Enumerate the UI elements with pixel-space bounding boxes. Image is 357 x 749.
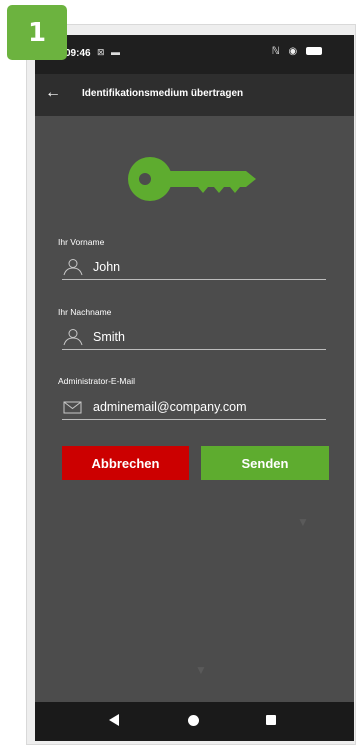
admin-email-value: adminemail@company.com — [93, 400, 247, 414]
person-icon — [63, 329, 83, 346]
person-icon — [63, 259, 83, 276]
signal-wifi-icon: ℕ ◉ — [271, 46, 301, 57]
send-button[interactable]: Senden — [201, 446, 329, 480]
step-badge: 1 — [7, 5, 67, 60]
admin-email-label: Administrator-E-Mail — [58, 376, 135, 386]
last-name-value: Smith — [93, 330, 125, 344]
nav-home-icon[interactable] — [188, 715, 199, 726]
status-notification-icons: ⊠ ▬ — [97, 47, 123, 57]
nav-back-icon[interactable] — [109, 714, 119, 726]
last-name-field[interactable]: Smith — [62, 326, 326, 350]
cancel-button[interactable]: Abbrechen — [62, 446, 189, 480]
status-time: 09:46 — [65, 48, 91, 59]
envelope-icon — [63, 401, 82, 414]
first-name-value: John — [93, 260, 121, 274]
status-bar: 09:46 ⊠ ▬ ℕ ◉ — [35, 35, 354, 74]
key-icon — [128, 157, 256, 201]
page-title: Identifikationsmedium übertragen — [82, 88, 244, 99]
first-name-field[interactable]: John — [62, 256, 326, 280]
background-triangle-mark: ▼ — [297, 515, 309, 529]
app-bar: ← Identifikationsmedium übertragen — [35, 74, 354, 116]
battery-icon — [306, 47, 322, 56]
last-name-label: Ihr Nachname — [58, 307, 112, 317]
first-name-label: Ihr Vorname — [58, 237, 105, 247]
phone-screen: 09:46 ⊠ ▬ ℕ ◉ ← Identifikationsmedium üb… — [35, 35, 354, 741]
arrow-left-icon[interactable]: ← — [45, 84, 61, 102]
nav-recent-apps-icon[interactable] — [266, 715, 276, 725]
system-nav-bar — [35, 702, 354, 741]
admin-email-field[interactable]: adminemail@company.com — [62, 396, 326, 420]
status-system-icons: ℕ ◉ — [272, 46, 322, 57]
background-triangle-mark: ▼ — [195, 663, 207, 677]
